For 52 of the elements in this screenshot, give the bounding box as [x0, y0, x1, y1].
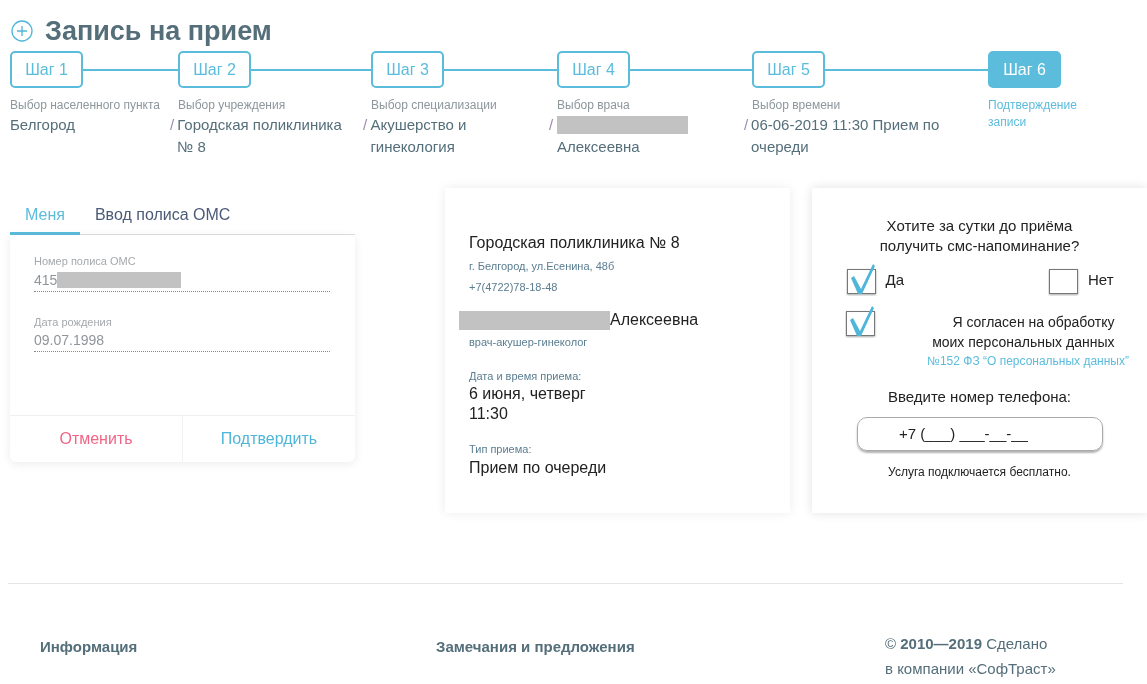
item-value: 11:30 [469, 404, 509, 424]
plus-circle-icon [11, 20, 33, 42]
field-label: Дата рождения [34, 314, 113, 330]
step-button[interactable]: Шаг 6 [988, 51, 1061, 88]
step-caption: Подтверждение записи [988, 97, 1078, 131]
step-value: Белгород [10, 115, 76, 135]
clinic-name: Городская поликлиника № 8 [469, 233, 681, 253]
step-caption: Выбор времени [752, 97, 842, 114]
copyright-text: © 2010—2019 Сделано [885, 634, 1049, 654]
law-link[interactable]: №152 ФЗ “О персональных данных” [927, 352, 1129, 370]
service-note: Услуга подключается бесплатно. [888, 463, 1071, 481]
sms-question: Хотите за сутки до приёма получить смс-напоминание? [878, 216, 1081, 256]
step-value: Алексеевна [557, 137, 641, 157]
step-button[interactable]: Шаг 3 [371, 51, 444, 88]
item-value: Прием по очереди [469, 457, 608, 478]
step-value: 06-06-2019 11:30 Прием по очереди [751, 115, 941, 157]
step-caption: Выбор врача [557, 97, 631, 114]
step-button[interactable]: Шаг 5 [752, 51, 825, 88]
tab[interactable]: Ввод полиса ОМС [79, 197, 246, 235]
phone-field[interactable]: +7 (___) ___-__-__ [856, 416, 1103, 451]
slash-separator: / [744, 115, 750, 135]
phone-label: Введите номер телефона: [887, 387, 1072, 407]
clinic-phone: +7(4722)78-18-48 [469, 279, 559, 295]
item-label: Тип приема: [469, 442, 533, 457]
step-caption: Выбор населенного пункта [10, 97, 162, 114]
option-label: Да [885, 269, 904, 290]
field-label: Номер полиса ОМС [34, 254, 137, 269]
step-button[interactable]: Шаг 4 [557, 51, 630, 88]
step-value: Акушерство и гинекология [370, 115, 468, 157]
doctor-specialty: врач-акушер-гинеколог [469, 335, 589, 350]
input-field[interactable]: 415 [34, 269, 330, 292]
consent-text: Я согласен на обработку моих персональных данных [931, 313, 1115, 352]
slash-separator: / [549, 115, 555, 135]
slash-separator: / [170, 115, 176, 135]
step-button[interactable]: Шаг 2 [178, 51, 251, 88]
slash-separator: / [363, 115, 369, 135]
step-caption: Выбор учреждения [178, 97, 287, 114]
step-caption: Выбор специализации [371, 97, 498, 114]
footer-link[interactable]: Информация [40, 636, 436, 681]
input-field[interactable]: 09.07.1998 [34, 330, 330, 352]
step-value: Городская поликлиника № 8 [177, 115, 343, 157]
item-value: 6 июня, четверг [469, 384, 587, 404]
footer-link[interactable]: Замечания и предложения [436, 636, 885, 681]
doctor-name: Алексеевна [610, 310, 699, 330]
confirm-button[interactable]: Подтвердить [183, 416, 355, 462]
page-title: Запись на прием [45, 14, 272, 48]
clinic-address: г. Белгород, ул.Есенина, 48б [469, 259, 616, 274]
step-button[interactable]: Шаг 1 [10, 51, 83, 88]
company-text: в компании «СофТраст» [885, 659, 1056, 679]
cancel-button[interactable]: Отменить [10, 416, 183, 462]
option-label: Нет [1087, 269, 1114, 290]
item-label: Дата и время приема: [469, 368, 583, 384]
